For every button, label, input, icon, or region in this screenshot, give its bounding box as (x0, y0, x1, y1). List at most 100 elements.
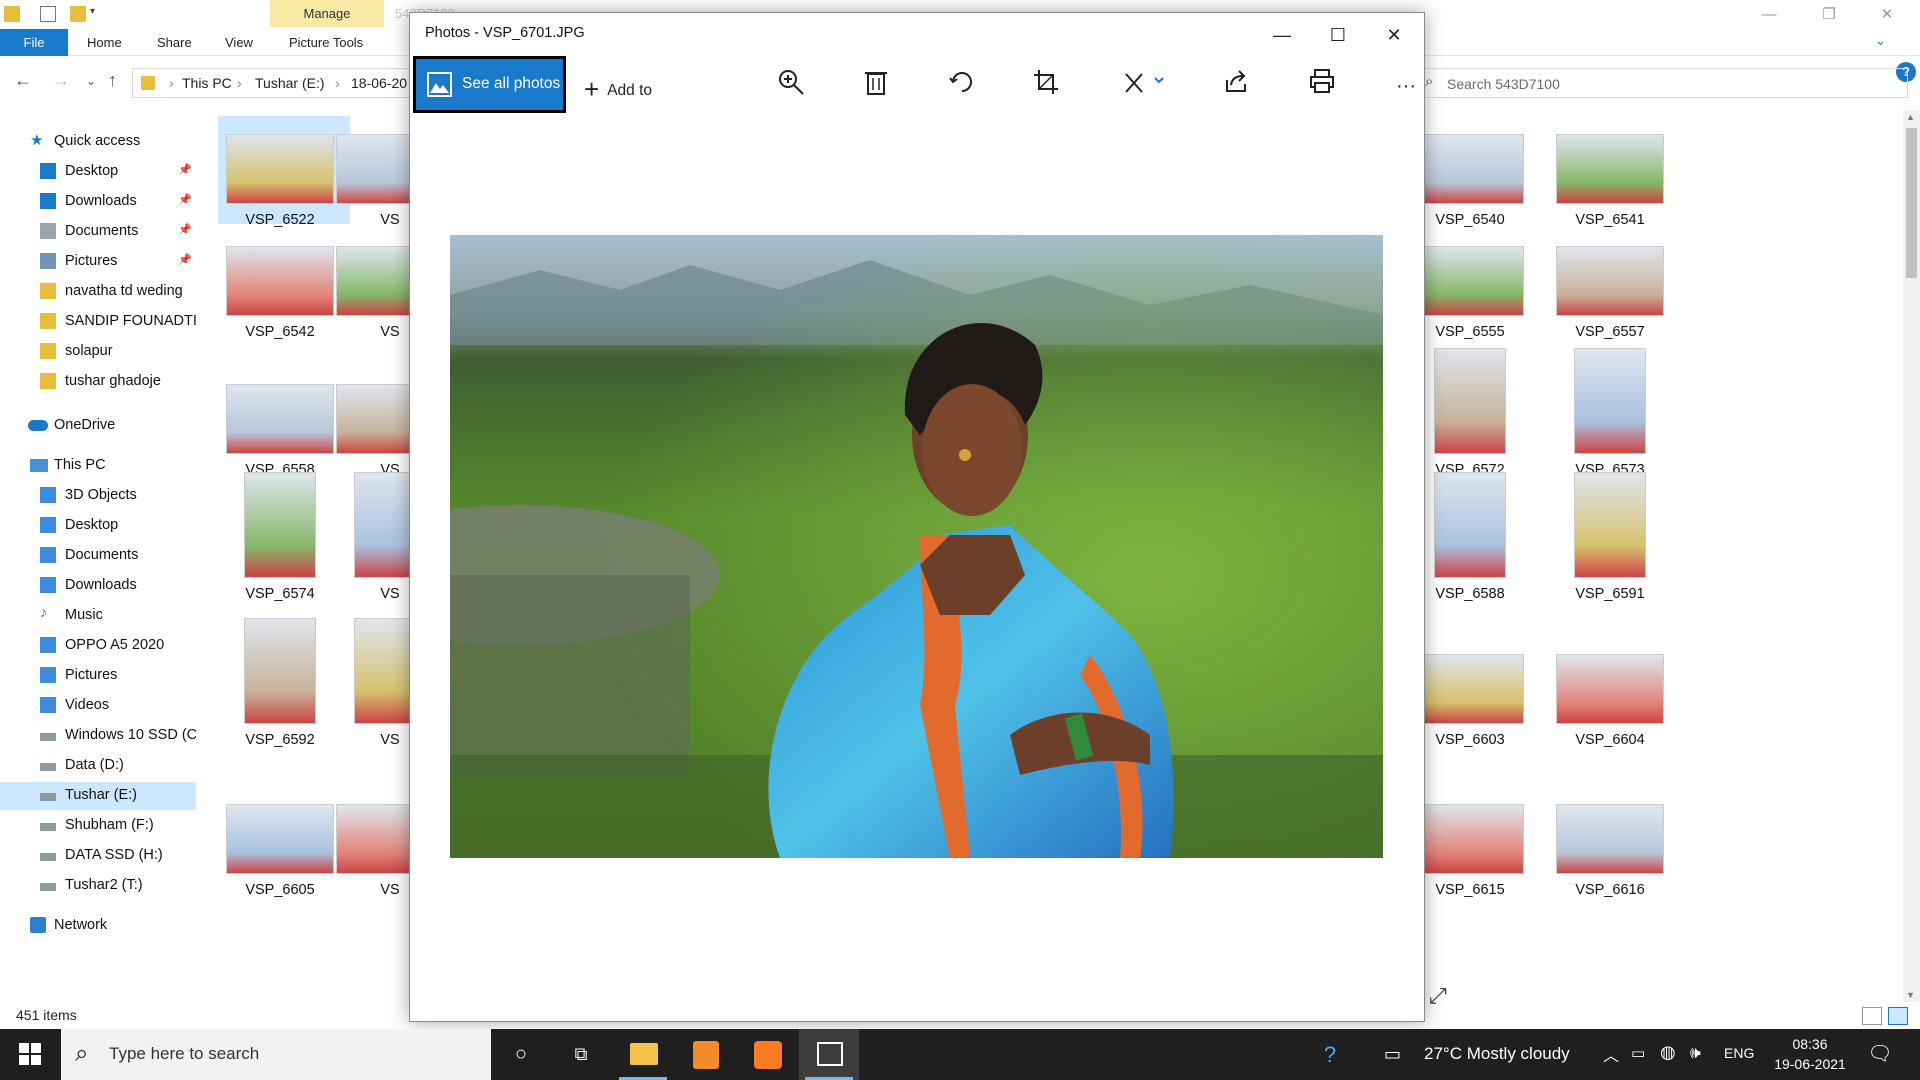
see-all-photos-button[interactable]: See all photos (413, 56, 566, 113)
back-icon[interactable]: ← (14, 70, 32, 91)
share-icon[interactable] (1216, 68, 1256, 104)
sidebar-item-this-pc[interactable]: This PC (0, 452, 196, 480)
taskbar-search-input[interactable]: ⌕ Type here to search (61, 1029, 491, 1080)
vertical-scrollbar[interactable]: ▲ ▼ (1903, 110, 1920, 1002)
sidebar-item-pc-8[interactable]: Windows 10 SSD (C (0, 722, 196, 750)
up-icon[interactable]: ↑ (108, 70, 117, 91)
sidebar-item-pc-11[interactable]: Shubham (F:) (0, 812, 196, 840)
sidebar-item-pc-1[interactable]: Desktop (0, 512, 196, 540)
language-indicator[interactable]: ENG (1724, 1045, 1754, 1061)
recent-locations-icon[interactable]: ⌄ (86, 74, 96, 88)
tab-home[interactable]: Home (87, 29, 122, 56)
image-thumbnail (226, 134, 334, 204)
show-hidden-icons-icon[interactable]: ︿ (1603, 1042, 1619, 1066)
new-folder-icon[interactable] (70, 6, 86, 22)
sidebar-item-quick-0[interactable]: Desktop 📌 (0, 158, 196, 186)
drive-icon (40, 823, 56, 831)
sidebar-item-quick-6[interactable]: solapur (0, 338, 196, 366)
minimize-button[interactable]: — (1746, 0, 1792, 29)
network-icon (30, 917, 46, 933)
sidebar-item-pc-9[interactable]: Data (D:) (0, 752, 196, 780)
breadcrumb-folder[interactable]: 18-06-20 (351, 75, 407, 91)
network-globe-icon[interactable]: ◍ (1660, 1042, 1676, 1063)
more-icon[interactable]: ··· (1386, 68, 1426, 104)
sidebar-item-pc-3[interactable]: Downloads (0, 572, 196, 600)
breadcrumb-this-pc[interactable]: This PC (182, 75, 232, 91)
restore-button[interactable]: ❐ (1806, 0, 1852, 29)
sidebar-item-pc-0[interactable]: 3D Objects (0, 482, 196, 510)
sidebar-item-pc-13[interactable]: Tushar2 (T:) (0, 872, 196, 900)
sublime-text-icon[interactable] (675, 1029, 735, 1080)
properties-icon[interactable] (40, 6, 56, 22)
add-to-button[interactable]: + Add to (584, 71, 652, 104)
desktop-icon (40, 163, 56, 179)
taskbar-search-placeholder: Type here to search (109, 1044, 260, 1063)
notifications-icon[interactable]: 🗨 (1850, 1029, 1910, 1080)
pictures-icon (40, 667, 56, 683)
file-explorer-taskbar-icon[interactable] (613, 1029, 673, 1080)
sidebar-item-quick-2[interactable]: Documents 📌 (0, 218, 196, 246)
forward-icon[interactable]: → (52, 70, 70, 91)
scrollbar-thumb[interactable] (1906, 128, 1917, 278)
sidebar-label: Tushar2 (T:) (65, 877, 143, 893)
tab-picture-tools[interactable]: Picture Tools (289, 29, 363, 56)
sidebar-item-pc-12[interactable]: DATA SSD (H:) (0, 842, 196, 870)
photos-title: Photos - VSP_6701.JPG (425, 25, 585, 41)
sidebar-label: Pictures (65, 253, 118, 269)
sidebar-item-pc-2[interactable]: Documents (0, 542, 196, 570)
rotate-icon[interactable] (942, 68, 982, 104)
image-thumbnail (1556, 134, 1664, 204)
sidebar-item-pc-6[interactable]: Pictures (0, 662, 196, 690)
clock[interactable]: 08:36 19-06-2021 (1770, 1034, 1850, 1074)
sidebar-label: Desktop (65, 163, 119, 179)
drive-icon (40, 763, 56, 771)
sidebar-item-quick-4[interactable]: navatha td weding (0, 278, 196, 306)
sidebar-item-pc-4[interactable]: ♪ Music (0, 602, 196, 630)
tab-share[interactable]: Share (157, 29, 192, 56)
tab-view[interactable]: View (225, 29, 253, 56)
details-view-icon[interactable] (1862, 1007, 1882, 1025)
large-icons-view-icon[interactable] (1888, 1007, 1908, 1025)
scroll-down-icon[interactable]: ▼ (1906, 990, 1915, 1000)
battery-icon[interactable]: ▭ (1631, 1044, 1645, 1062)
scroll-up-icon[interactable]: ▲ (1906, 112, 1915, 122)
full-screen-icon[interactable]: ⤢ (1429, 983, 1447, 1009)
sidebar-item-network[interactable]: Network (0, 912, 196, 940)
drive-icon (40, 883, 56, 891)
sidebar-item-quick-7[interactable]: tushar ghadoje (0, 368, 196, 396)
sidebar-item-onedrive[interactable]: OneDrive (0, 412, 196, 440)
sidebar-item-pc-7[interactable]: Videos (0, 692, 196, 720)
help-tips-icon[interactable]: ? (1300, 1029, 1360, 1080)
sidebar-item-quick-1[interactable]: Downloads 📌 (0, 188, 196, 216)
sidebar-item-quick-5[interactable]: SANDIP FOUNADTI( (0, 308, 196, 336)
print-icon[interactable] (1302, 68, 1342, 104)
maximize-button[interactable]: ☐ (1310, 13, 1366, 57)
windows-start-icon[interactable] (0, 1029, 60, 1080)
photos-taskbar-icon[interactable] (799, 1029, 859, 1080)
close-button[interactable]: ✕ (1366, 13, 1422, 57)
delete-icon[interactable] (856, 68, 896, 104)
search-input[interactable]: ⌕ Search 543D7100 (1418, 68, 1908, 98)
sidebar-item-quick-access[interactable]: ★ Quick access (0, 128, 196, 156)
tab-manage[interactable]: Manage (270, 0, 384, 27)
cortana-icon[interactable]: ○ (491, 1029, 551, 1080)
customize-toolbar-icon[interactable]: ▾ (90, 6, 106, 22)
edit-create-icon[interactable] (1118, 68, 1170, 104)
file-name: VSP_6541 (1575, 212, 1645, 228)
expand-ribbon-icon[interactable]: ⌄ (1875, 33, 1886, 49)
weather-icon[interactable]: ▭ (1384, 1044, 1401, 1065)
sidebar-item-quick-3[interactable]: Pictures 📌 (0, 248, 196, 276)
photo-viewer-image[interactable] (450, 235, 1383, 858)
close-button[interactable]: ✕ (1864, 0, 1910, 29)
sidebar-item-pc-10[interactable]: Tushar (E:) (0, 782, 196, 810)
xampp-icon[interactable] (737, 1029, 797, 1080)
task-view-icon[interactable]: ⧉ (551, 1029, 611, 1080)
tab-file[interactable]: File (0, 29, 68, 56)
minimize-button[interactable]: — (1254, 13, 1310, 57)
weather-text[interactable]: 27°C Mostly cloudy (1424, 1044, 1570, 1064)
volume-icon[interactable]: 🕪 (1690, 1043, 1701, 1063)
crop-icon[interactable] (1026, 68, 1066, 104)
zoom-in-icon[interactable] (771, 68, 811, 104)
sidebar-item-pc-5[interactable]: OPPO A5 2020 (0, 632, 196, 660)
breadcrumb-drive[interactable]: Tushar (E:) (255, 75, 325, 91)
